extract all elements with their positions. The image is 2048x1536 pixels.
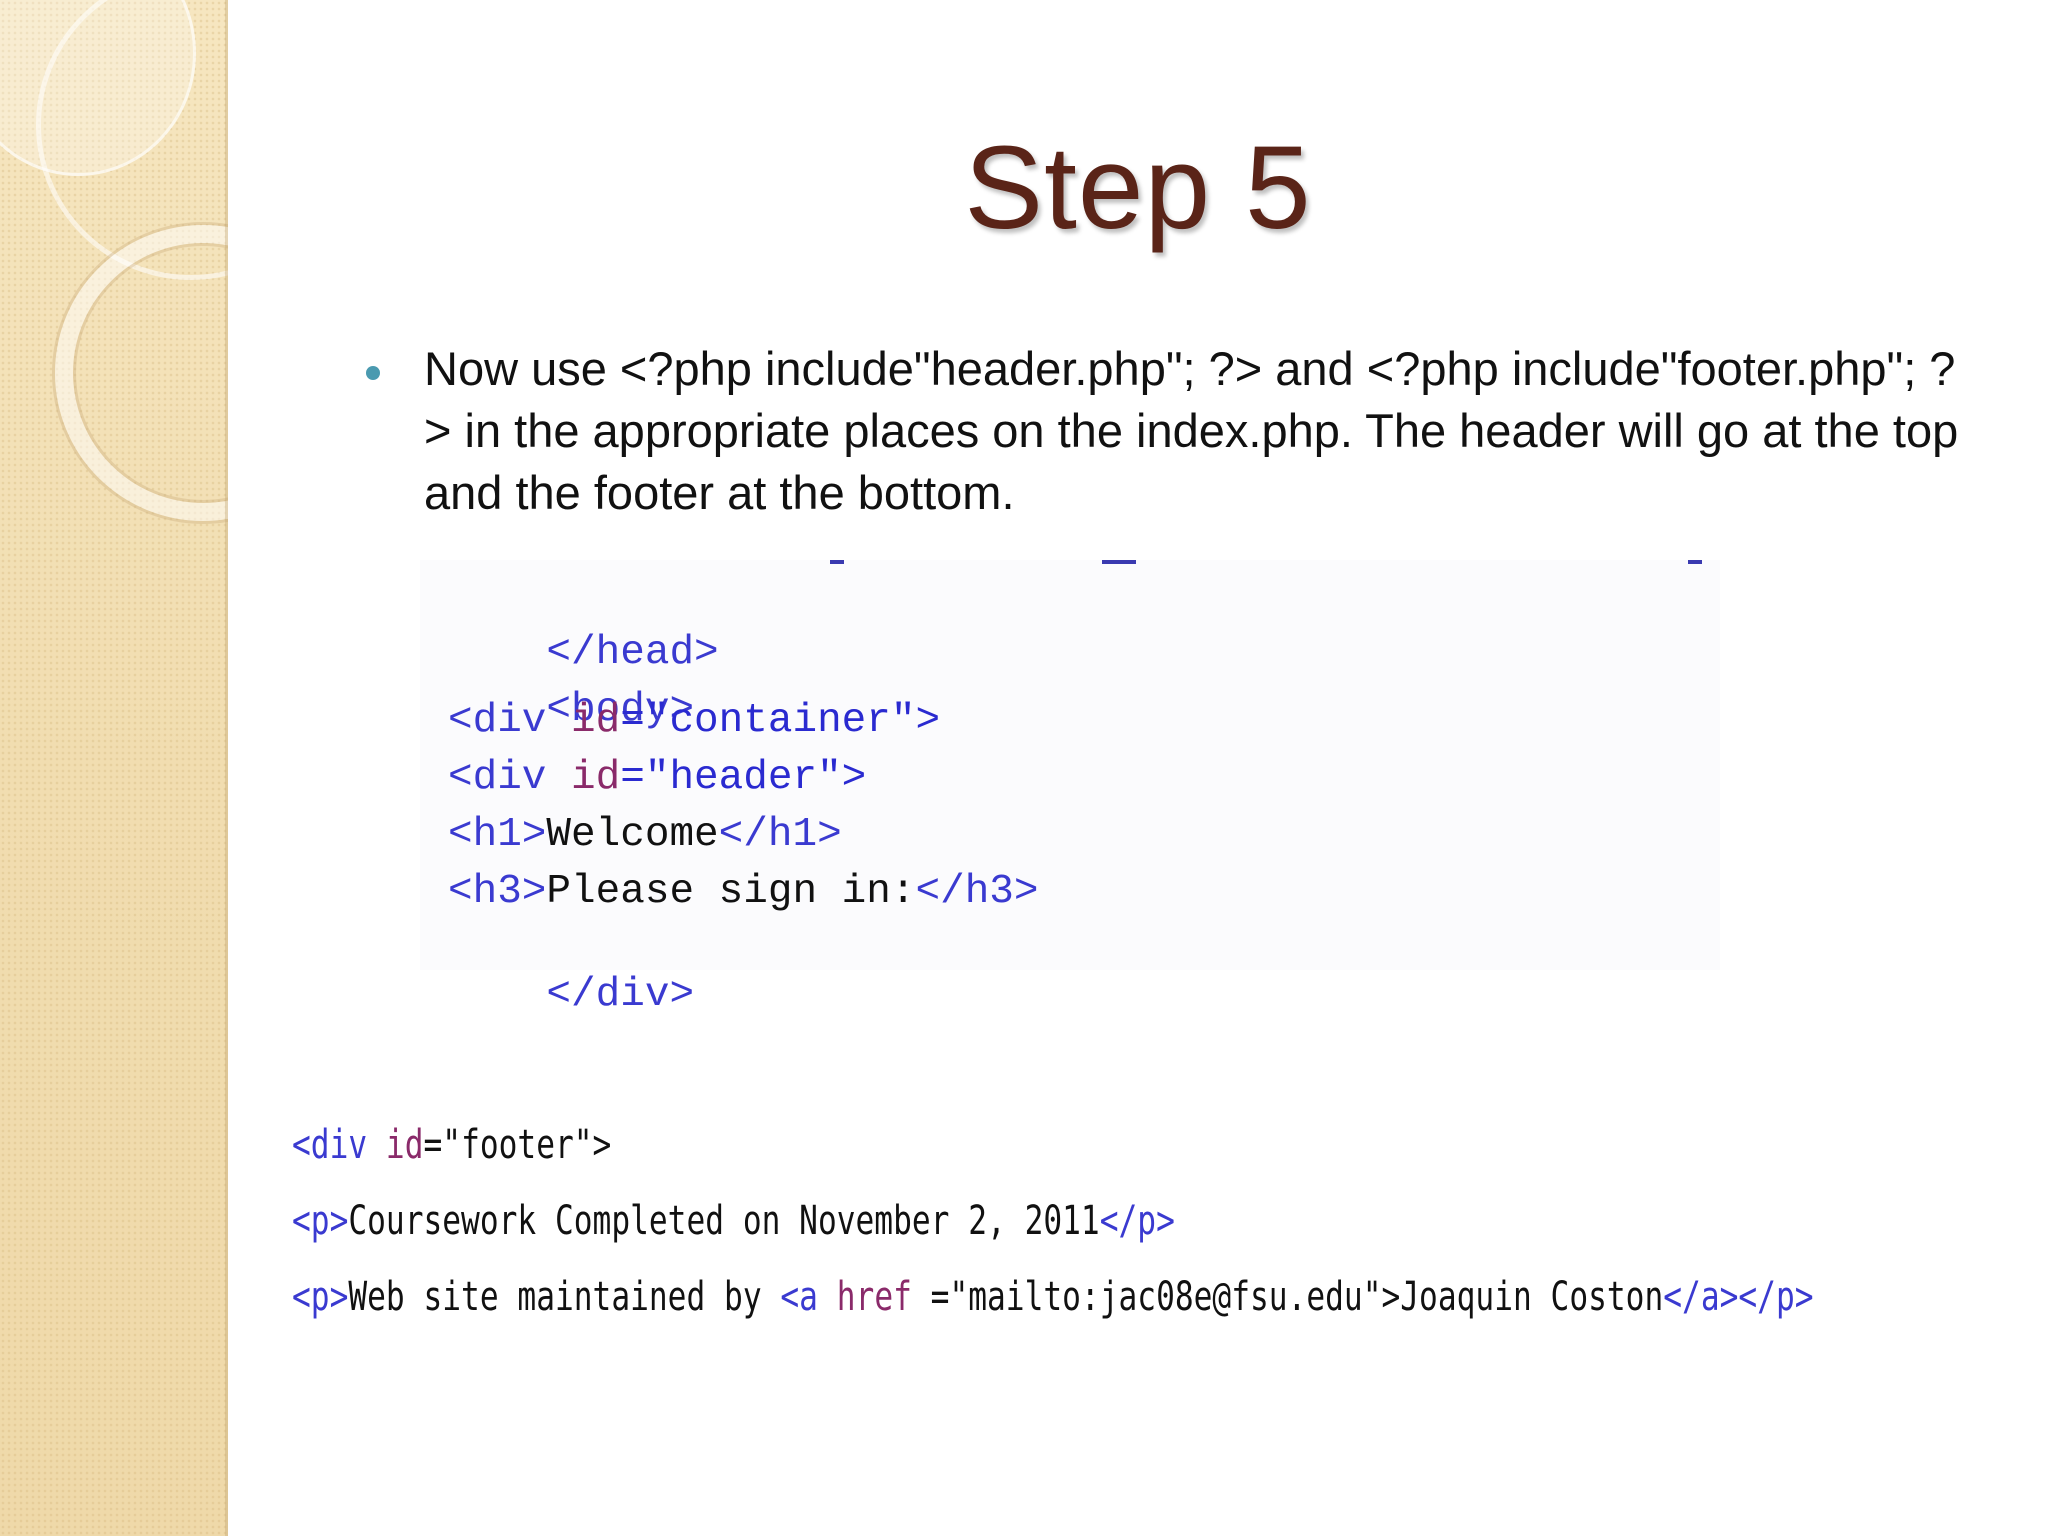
footer-code-screenshot: <div id="footer"> <p>Coursework Complete… xyxy=(286,1110,2016,1340)
code-line: <div id="container"> xyxy=(448,698,941,744)
cropped-text-fragment xyxy=(1102,560,1136,564)
code-line: </div> xyxy=(546,972,695,1018)
bullet-text: Now use <?php include"header.php"; ?> an… xyxy=(424,342,1959,519)
header-code-screenshot: </head> <body> <div id="container"> <div… xyxy=(420,560,1720,1018)
code-line: <h1>Welcome</h1> xyxy=(448,812,842,858)
decorative-ring xyxy=(55,225,228,521)
code-line: <div id="header"> xyxy=(448,755,867,801)
code-line: <h3>Please sign in:</h3> xyxy=(448,869,1039,915)
slide-title: Step 5 xyxy=(964,122,1312,254)
code-line: <div id="footer"> xyxy=(292,1122,612,1168)
bullet-icon xyxy=(366,366,380,380)
bullet-item: Now use <?php include"header.php"; ?> an… xyxy=(360,338,1980,524)
code-line: <p>Web site maintained by <a href ="mail… xyxy=(292,1274,1814,1320)
cropped-text-fragment xyxy=(1688,560,1702,564)
decorative-side-band xyxy=(0,0,228,1536)
code-line: <p>Coursework Completed on November 2, 2… xyxy=(292,1198,1175,1244)
cropped-text-fragment xyxy=(830,560,844,564)
